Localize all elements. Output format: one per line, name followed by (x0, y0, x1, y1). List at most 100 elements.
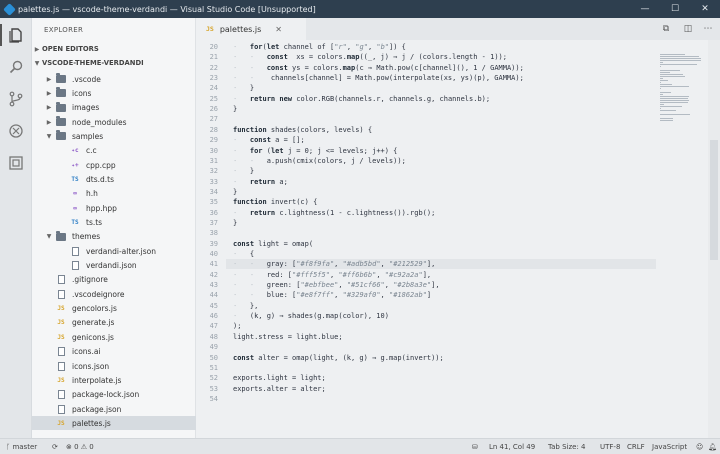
feedback-icon[interactable]: ☺ (696, 439, 703, 454)
tree-item[interactable]: TS ts.ts (32, 216, 196, 230)
code-line[interactable]: ⋅ ⋅ red: ["#fff5f5", "#ff6b6b", "#c92a2a… (233, 270, 431, 280)
code-line[interactable]: const alter = omap(light, (k, g) ⇒ g.map… (233, 353, 444, 363)
minimize-button[interactable]: — (630, 0, 660, 18)
ts-file-icon: TS (71, 219, 79, 226)
code-line[interactable]: ⋅ ⋅ gray: ["#f8f9fa", "#adb5bd", "#21252… (226, 259, 656, 270)
code-line[interactable]: ⋅ } (233, 83, 254, 93)
debug-icon[interactable] (0, 116, 32, 146)
tree-item[interactable]: ▼ samples (32, 129, 196, 143)
tree-item[interactable]: ✦+ cpp.cpp (32, 158, 196, 172)
tree-item[interactable]: TS dts.d.ts (32, 172, 196, 186)
minimap-line (660, 94, 663, 95)
code-line[interactable]: const light = omap( (233, 239, 313, 249)
code-line[interactable]: ); (233, 321, 241, 331)
code-line[interactable]: ⋅ ⋅ a.push(cmix(colors, j / levels)); (233, 156, 406, 166)
language-mode[interactable]: JavaScript (652, 439, 687, 454)
sync-status-icon[interactable]: ⛁ (472, 439, 478, 454)
code-line[interactable]: ⋅ return new color.RGB(channels.r, chann… (233, 94, 490, 104)
code-line[interactable]: ⋅ ⋅ const ys = colors.map(c ⇒ Math.pow(c… (233, 63, 524, 73)
code-line[interactable]: ⋅ { (233, 249, 254, 259)
tree-item[interactable]: verdandi-alter.json (32, 244, 196, 258)
open-changes-icon[interactable]: ⧉ (658, 21, 674, 37)
tree-item[interactable]: ✦c c.c (32, 144, 196, 158)
tab-size[interactable]: Tab Size: 4 (548, 439, 585, 454)
tree-item-label: gencolors.js (72, 304, 117, 314)
tree-item[interactable]: package.json (32, 402, 196, 416)
tree-item-label: icons.json (72, 361, 110, 371)
code-line[interactable]: } (233, 104, 237, 114)
code-line[interactable]: ⋅ (k, g) ⇒ shades(g.map(color), 10) (233, 311, 389, 321)
minimap-line (660, 70, 680, 71)
maximize-button[interactable]: ☐ (660, 0, 690, 18)
code-line[interactable]: exports.alter = alter; (233, 384, 326, 394)
tree-item[interactable]: ▶ images (32, 101, 196, 115)
vertical-scrollbar[interactable] (708, 40, 720, 438)
tree-item[interactable]: ▼ themes (32, 230, 196, 244)
code-line[interactable]: ⋅ ⋅ blue: ["#e8f7ff", "#329af0", "#1862a… (233, 290, 431, 300)
tree-item[interactable]: .gitignore (32, 273, 196, 287)
tree-item[interactable]: ▶ icons (32, 86, 196, 100)
code-line[interactable]: function shades(colors, levels) { (233, 125, 372, 135)
branch-status[interactable]: ᚴ master (6, 439, 37, 454)
tree-item[interactable]: .vscodeignore (32, 287, 196, 301)
source-control-icon[interactable] (0, 84, 32, 114)
code-line[interactable]: ⋅ } (233, 166, 254, 176)
tree-item[interactable]: JS palettes.js (32, 416, 196, 431)
line-number: 40 (209, 250, 218, 258)
code-line[interactable]: light.stress = light.blue; (233, 332, 343, 342)
tree-item[interactable]: ▶ node_modules (32, 115, 196, 129)
code-line[interactable]: ⋅ ⋅ const xs = colors.map((_, j) ⇒ j / (… (233, 52, 507, 62)
extensions-icon[interactable] (0, 148, 32, 178)
line-number: 25 (209, 94, 218, 103)
explorer-icon[interactable] (0, 20, 32, 50)
code-line[interactable]: ⋅ const a = []; (233, 135, 305, 145)
minimap-line (660, 76, 685, 77)
tree-item[interactable]: JS genicons.js (32, 330, 196, 344)
tree-item[interactable]: verdandi.json (32, 259, 196, 273)
code-line[interactable]: ⋅ return a; (233, 177, 288, 187)
tree-item[interactable]: ∞ hpp.hpp (32, 201, 196, 215)
tree-item[interactable]: JS interpolate.js (32, 373, 196, 387)
tree-item[interactable]: icons.json (32, 359, 196, 373)
search-icon[interactable] (0, 52, 32, 82)
cursor-position[interactable]: Ln 41, Col 49 (489, 439, 535, 454)
encoding[interactable]: UTF-8 (600, 439, 620, 454)
minimap[interactable] (656, 40, 708, 438)
c-file-icon: ✦c (71, 147, 79, 155)
open-editors-section[interactable]: ▶ OPEN EDITORS (32, 42, 196, 56)
code-line[interactable]: } (233, 218, 237, 228)
tree-item[interactable]: package-lock.json (32, 388, 196, 402)
code-line[interactable]: ⋅ ⋅ channels[channel] = Math.pow(interpo… (233, 73, 524, 83)
tree-item[interactable]: JS generate.js (32, 316, 196, 330)
problems-status[interactable]: ⊗ 0 ⚠ 0 (66, 439, 94, 454)
code-line[interactable]: ⋅ for (let j = 0; j <= levels; j++) { (233, 146, 397, 156)
code-line[interactable]: ⋅ }, (233, 301, 258, 311)
tab-palettes-js[interactable]: JS palettes.js ✕ (196, 18, 306, 40)
tab-bar: JS palettes.js ✕ ⧉ ◫ ⋯ (196, 18, 720, 40)
tree-item[interactable]: JS gencolors.js (32, 302, 196, 316)
scrollbar-thumb[interactable] (710, 140, 718, 260)
split-editor-icon[interactable]: ◫ (680, 21, 696, 37)
more-actions-icon[interactable]: ⋯ (700, 21, 716, 37)
code-line[interactable]: ⋅ ⋅ green: ["#ebfbee", "#51cf66", "#2b8a… (233, 280, 440, 290)
line-number: 43 (209, 281, 218, 290)
code-line[interactable]: function invert(c) { (233, 197, 317, 207)
hh-file-icon: ∞ (73, 190, 77, 198)
sync-icon[interactable]: ⟳ (52, 439, 58, 454)
line-endings[interactable]: CRLF (627, 439, 645, 454)
tree-item[interactable]: ▶ .vscode (32, 72, 196, 86)
notifications-icon[interactable]: 🔔︎ (708, 439, 717, 454)
code-line[interactable]: exports.light = light; (233, 373, 326, 383)
code-line[interactable]: } (233, 187, 237, 197)
tree-item[interactable]: icons.ai (32, 345, 196, 359)
tree-item[interactable]: ∞ h.h (32, 187, 196, 201)
line-number: 27 (209, 115, 218, 124)
close-tab-icon[interactable]: ✕ (275, 25, 282, 34)
minimap-line (660, 120, 674, 121)
project-section[interactable]: ▼ VSCODE-THEME-VERDANDI (32, 56, 196, 70)
minimap-line (660, 58, 702, 59)
code-line[interactable]: ⋅ return c.lightness(1 - c.lightness()).… (233, 208, 435, 218)
code-area[interactable]: 20 ⋅ for(let channel of ["r", "g", "b"]) … (196, 40, 656, 438)
close-window-button[interactable]: ✕ (690, 0, 720, 18)
code-line[interactable]: ⋅ for(let channel of ["r", "g", "b"]) { (233, 42, 406, 52)
